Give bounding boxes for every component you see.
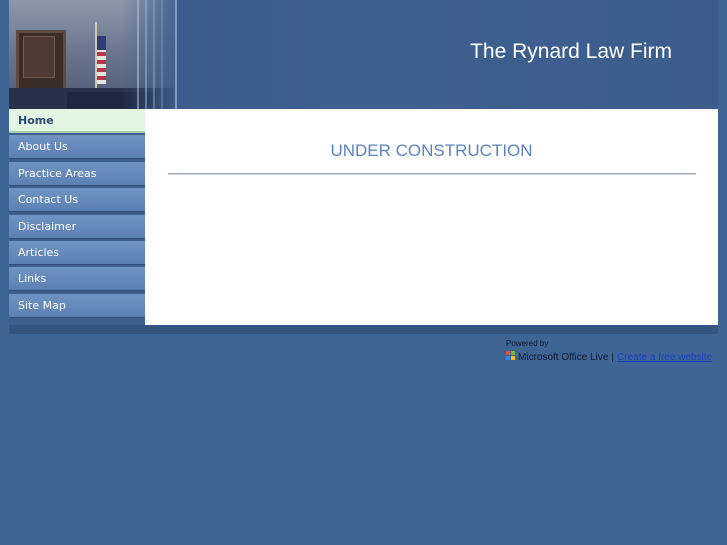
flag-canton-image bbox=[97, 36, 106, 50]
door-panel-image bbox=[23, 36, 55, 78]
footer-separator: | bbox=[611, 352, 615, 363]
nav-item-site-map[interactable]: Site Map bbox=[9, 293, 145, 318]
nav-item-about-us[interactable]: About Us bbox=[9, 135, 145, 160]
photo-fade bbox=[121, 0, 177, 109]
nav-item-disclaimer[interactable]: Disclaimer bbox=[9, 214, 145, 239]
nav-item-links[interactable]: Links bbox=[9, 267, 145, 292]
nav-item-practice-areas[interactable]: Practice Areas bbox=[9, 161, 145, 186]
sidebar-nav: Home About Us Practice Areas Contact Us … bbox=[9, 109, 145, 325]
site-header: The Rynard Law Firm bbox=[9, 0, 718, 109]
header-divider bbox=[175, 0, 177, 109]
product-name: Microsoft Office Live bbox=[518, 352, 609, 363]
footer-strip bbox=[9, 325, 718, 334]
nav-item-articles[interactable]: Articles bbox=[9, 240, 145, 265]
powered-by-block: Powered by Microsoft Office Live | Create … bbox=[506, 339, 721, 363]
powered-by-line: Microsoft Office Live | Create a free webs… bbox=[506, 351, 721, 363]
site-title: The Rynard Law Firm bbox=[470, 40, 672, 63]
heading-divider bbox=[168, 173, 696, 175]
courtroom-photo bbox=[9, 0, 177, 109]
page-frame: The Rynard Law Firm Home About Us Practi… bbox=[9, 0, 718, 334]
nav-item-home[interactable]: Home bbox=[9, 109, 145, 133]
nav-item-contact-us[interactable]: Contact Us bbox=[9, 188, 145, 213]
powered-by-label: Powered by bbox=[506, 339, 549, 348]
main-content: UNDER CONSTRUCTION bbox=[145, 109, 718, 325]
microsoft-office-logo-icon bbox=[506, 351, 516, 361]
create-free-website-link[interactable]: Create a free website bbox=[617, 352, 712, 363]
page-heading: UNDER CONSTRUCTION bbox=[330, 141, 533, 160]
